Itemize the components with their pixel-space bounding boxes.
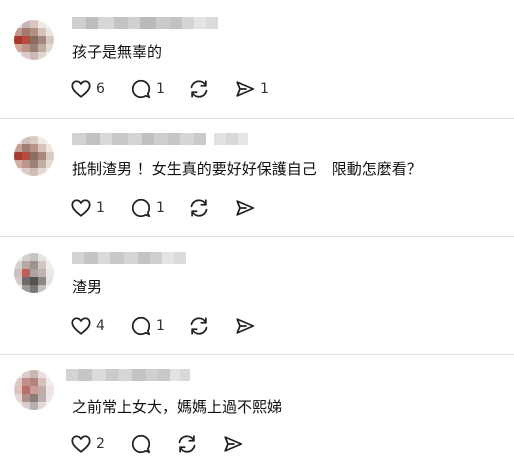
comment-text: 之前常上女大，媽媽上過不熙娣 <box>72 398 283 416</box>
share-button[interactable] <box>222 432 244 456</box>
reply-button[interactable]: 1 <box>130 314 188 338</box>
heart-icon <box>71 317 91 335</box>
username-blurred[interactable] <box>72 252 162 264</box>
avatar[interactable] <box>14 136 54 176</box>
share-count: 1 <box>260 81 269 97</box>
heart-icon <box>71 80 91 98</box>
share-icon <box>224 436 243 452</box>
avatar[interactable] <box>14 370 54 410</box>
comment-3: 渣男 4 1 <box>0 237 514 355</box>
share-button[interactable]: 1 <box>234 77 269 101</box>
username-blurred[interactable] <box>72 133 206 145</box>
share-icon <box>236 81 255 97</box>
repost-button[interactable] <box>188 314 234 338</box>
heart-icon <box>71 435 91 453</box>
like-button[interactable]: 1 <box>70 196 130 220</box>
repost-button[interactable] <box>176 432 222 456</box>
like-count: 1 <box>96 200 105 216</box>
share-icon <box>236 318 255 334</box>
timestamp-blurred <box>170 369 190 381</box>
repost-icon <box>190 199 208 217</box>
repost-icon <box>178 435 196 453</box>
comment-text: 抵制渣男 ！女生真的要好好保護自己 限動怎麼看？ <box>72 160 422 178</box>
heart-icon <box>71 199 91 217</box>
avatar[interactable] <box>14 253 54 293</box>
action-bar: 6 1 1 <box>70 77 269 101</box>
timestamp-blurred <box>214 133 248 145</box>
timestamp-blurred <box>194 17 218 29</box>
comment-icon <box>131 316 151 336</box>
repost-icon <box>190 317 208 335</box>
reply-count: 1 <box>156 318 165 334</box>
like-count: 2 <box>96 436 105 452</box>
comment-1: 孩子是無辜的 6 1 1 <box>0 0 514 118</box>
username-blurred[interactable] <box>66 369 172 381</box>
comment-2: 抵制渣男 ！女生真的要好好保護自己 限動怎麼看？ 1 1 <box>0 119 514 237</box>
like-button[interactable]: 4 <box>70 314 130 338</box>
comment-icon <box>131 79 151 99</box>
share-button[interactable] <box>234 314 256 338</box>
comment-icon <box>131 198 151 218</box>
comment-icon <box>131 434 151 454</box>
reply-count: 1 <box>156 81 165 97</box>
repost-button[interactable] <box>188 77 234 101</box>
reply-button[interactable]: 1 <box>130 77 188 101</box>
reply-button[interactable] <box>130 432 176 456</box>
timestamp-blurred <box>162 252 186 264</box>
share-icon <box>236 200 255 216</box>
avatar[interactable] <box>14 20 54 60</box>
reply-count: 1 <box>156 200 165 216</box>
repost-button[interactable] <box>188 196 234 220</box>
repost-icon <box>190 80 208 98</box>
comment-4: 之前常上女大，媽媽上過不熙娣 2 <box>0 355 514 464</box>
share-button[interactable] <box>234 196 256 220</box>
comment-text: 孩子是無辜的 <box>72 43 163 61</box>
like-count: 4 <box>96 318 105 334</box>
like-button[interactable]: 2 <box>70 432 130 456</box>
action-bar: 4 1 <box>70 314 256 338</box>
action-bar: 2 <box>70 432 244 456</box>
like-button[interactable]: 6 <box>70 77 130 101</box>
like-count: 6 <box>96 81 105 97</box>
username-blurred[interactable] <box>72 17 194 29</box>
action-bar: 1 1 <box>70 196 256 220</box>
reply-button[interactable]: 1 <box>130 196 188 220</box>
comment-text: 渣男 <box>72 278 103 296</box>
